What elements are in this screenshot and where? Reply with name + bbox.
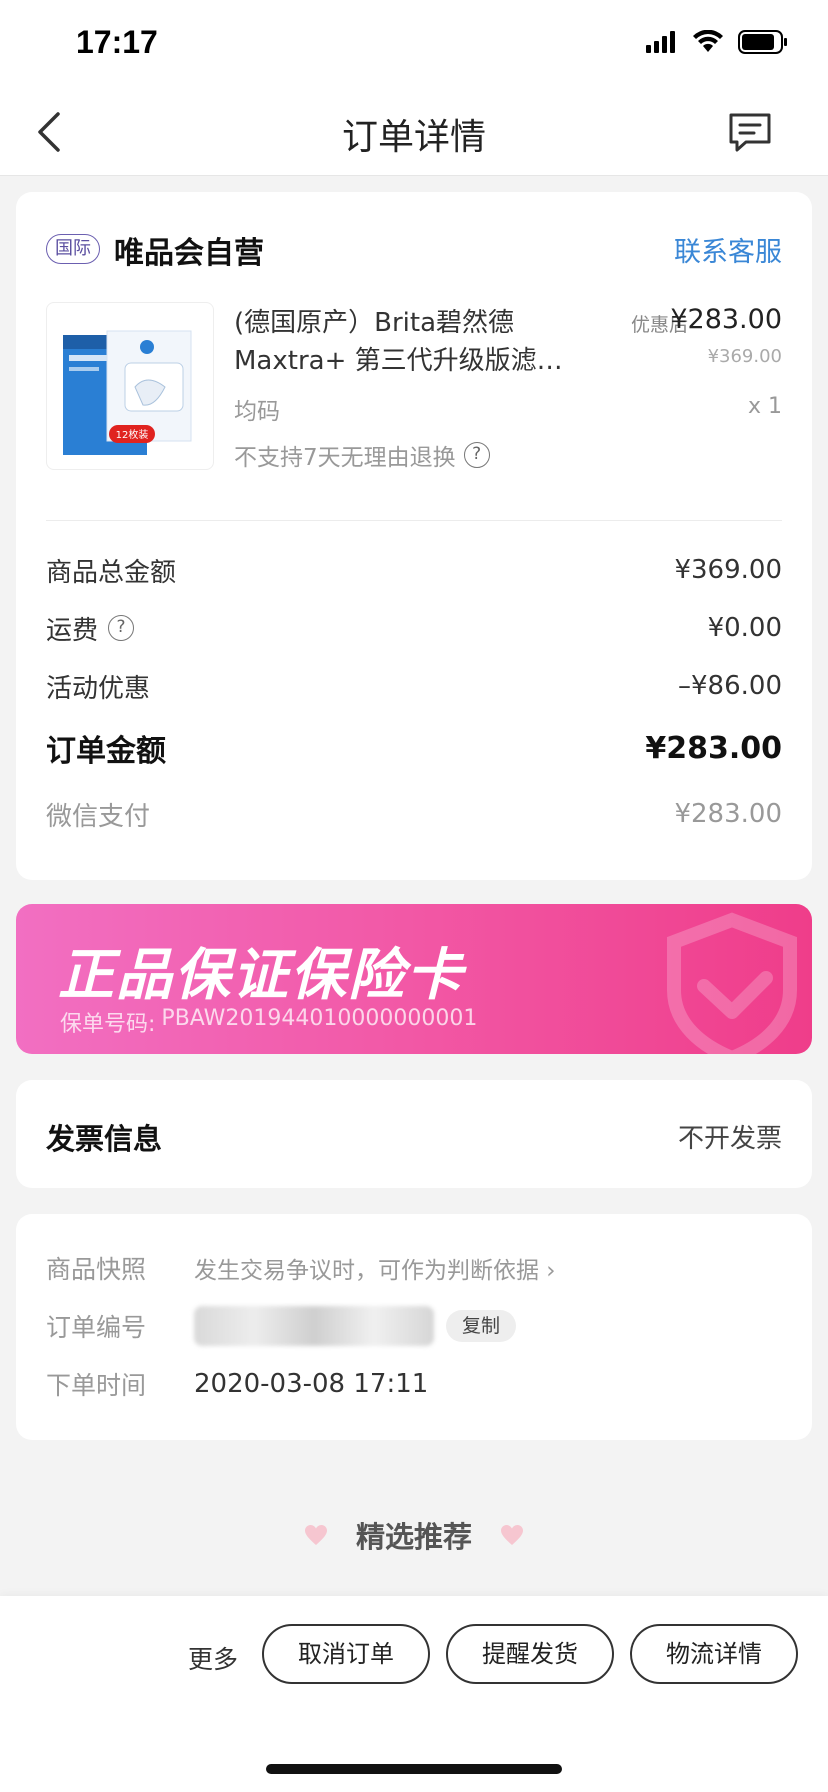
- remind-shipping-button[interactable]: 提醒发货: [446, 1624, 614, 1684]
- fee-value: ¥283.00: [645, 730, 782, 766]
- more-button[interactable]: 更多: [188, 1640, 238, 1676]
- filter-box-illustration: 12枚装: [63, 330, 192, 455]
- battery-icon: [738, 30, 787, 54]
- order-time-label: 下单时间: [46, 1371, 147, 1400]
- status-bar: 17:17: [0, 0, 828, 88]
- heart-icon: [501, 1525, 523, 1545]
- cancel-order-button[interactable]: 取消订单: [262, 1624, 430, 1684]
- message-icon[interactable]: [728, 112, 772, 154]
- product-title[interactable]: (德国原产）Brita碧然德Maxtra+ 第三代升级版滤芯12枚装: [234, 304, 584, 380]
- recommend-title: 精选推荐: [355, 1520, 472, 1554]
- help-icon[interactable]: ?: [463, 442, 490, 468]
- fee-value: ¥0.00: [707, 613, 782, 643]
- return-policy-note[interactable]: 不支持7天无理由退换 ?: [234, 438, 490, 472]
- insurance-number: 保单号码: PBAW201944010000000001: [60, 1006, 477, 1038]
- contact-service-link[interactable]: 联系客服: [674, 230, 782, 269]
- fee-row-subtotal: 商品总金额 ¥369.00: [46, 550, 782, 590]
- snapshot-label: 商品快照: [46, 1255, 147, 1284]
- insurance-number-value: PBAW201944010000000001: [161, 1006, 478, 1031]
- help-icon[interactable]: ?: [108, 615, 135, 641]
- insurance-card[interactable]: 正品保证保险卡 保单号码: PBAW201944010000000001: [16, 904, 812, 1054]
- fee-label: 商品总金额: [46, 557, 177, 588]
- copy-button[interactable]: 复制: [446, 1310, 517, 1342]
- insurance-title: 正品保证保险卡: [58, 943, 464, 1008]
- fee-row-shipping: 运费 ? ¥0.00: [46, 608, 782, 648]
- order-time-row: 下单时间 2020-03-08 17:11: [46, 1364, 782, 1404]
- product-spec: 均码: [234, 399, 280, 425]
- fee-row-order-total: 订单金额 ¥283.00: [46, 728, 782, 770]
- fee-label: 运费: [46, 615, 99, 646]
- product-original-price: ¥369.00: [707, 346, 782, 367]
- fee-label: 订单金额: [46, 734, 166, 769]
- product-image-tag: 12枚装: [116, 428, 149, 441]
- fee-row-discount: 活动优惠 –¥86.00: [46, 666, 782, 706]
- cellular-signal-icon: [646, 31, 675, 53]
- nav-bar: 订单详情: [0, 88, 828, 176]
- wifi-icon: [693, 30, 723, 52]
- order-time-value: 2020-03-08 17:11: [194, 1369, 429, 1399]
- fee-value: –¥86.00: [678, 671, 782, 701]
- divider: [46, 520, 782, 521]
- order-number-label: 订单编号: [46, 1313, 147, 1342]
- home-indicator[interactable]: [266, 1764, 562, 1774]
- order-number-row: 订单编号 复制: [46, 1306, 782, 1346]
- logistics-details-button[interactable]: 物流详情: [630, 1624, 798, 1684]
- recommend-header: 精选推荐: [0, 1514, 828, 1556]
- invoice-value: 不开发票: [677, 1124, 782, 1154]
- product-image[interactable]: 12枚装: [46, 302, 214, 470]
- status-icons: [646, 30, 788, 54]
- snapshot-link[interactable]: 发生交易争议时，可作为判断依据 ›: [194, 1251, 556, 1285]
- shield-check-icon: [667, 912, 797, 1054]
- fee-row-payment: 微信支付 ¥283.00: [46, 794, 782, 834]
- insurance-number-label: 保单号码:: [60, 1012, 156, 1037]
- product-price: ¥283.00: [670, 304, 782, 335]
- international-badge: 国际: [46, 234, 100, 264]
- product-quantity: x 1: [747, 394, 782, 419]
- snapshot-row[interactable]: 商品快照 发生交易争议时，可作为判断依据 ›: [46, 1248, 782, 1288]
- return-policy-text: 不支持7天无理由退换: [234, 445, 456, 471]
- fee-label: 活动优惠: [46, 673, 151, 704]
- status-time: 17:17: [76, 24, 158, 60]
- invoice-title: 发票信息: [46, 1122, 163, 1156]
- fee-label-wrap: 运费 ?: [46, 610, 135, 647]
- order-number-redacted: [194, 1306, 434, 1346]
- fee-label: 微信支付: [46, 801, 151, 832]
- order-summary-card: 国际 唯品会自营 联系客服 12枚装 (德国原产）Brita碧然德Maxtra+…: [16, 192, 812, 880]
- fee-value: ¥369.00: [674, 555, 782, 585]
- page-title: 订单详情: [341, 117, 486, 158]
- store-name: 唯品会自营: [114, 236, 264, 271]
- order-info-card: 商品快照 发生交易争议时，可作为判断依据 › 订单编号 复制 下单时间 2020…: [16, 1214, 812, 1440]
- order-number-value-wrap: 复制: [194, 1306, 517, 1346]
- heart-icon: [304, 1525, 327, 1545]
- invoice-card[interactable]: 发票信息 不开发票: [16, 1080, 812, 1188]
- fee-value: ¥283.00: [674, 799, 782, 829]
- bottom-action-bar: 更多 取消订单 提醒发货 物流详情: [0, 1596, 828, 1792]
